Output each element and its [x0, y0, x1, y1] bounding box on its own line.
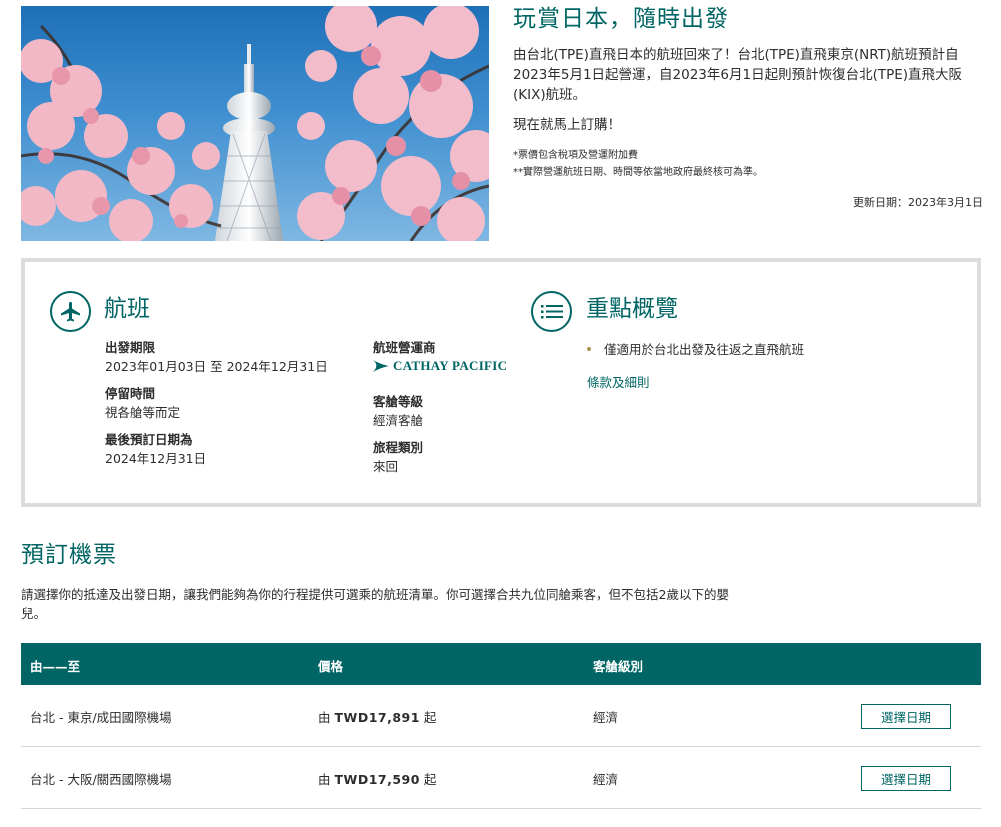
cabin-cell: 經濟 — [593, 772, 619, 787]
route-header: 由——至 — [30, 659, 81, 674]
price-cell: 由 TWD17,590 起 — [318, 769, 436, 788]
departure-period-value: 2023年01月03日 至 2024年12月31日 — [105, 359, 328, 374]
select-date-button[interactable]: 選擇日期 — [861, 704, 951, 729]
brushwing-icon — [373, 360, 389, 372]
hero-body: 由台北(TPE)直飛日本的航班回來了！台北(TPE)直飛東京(NRT)航班預計自… — [513, 47, 963, 103]
highlight-item: 僅適用於台北出發及往返之直飛航班 — [587, 341, 804, 358]
highlight-item-text: 僅適用於台北出發及往返之直飛航班 — [604, 342, 805, 357]
updated-date: 更新日期：2023年3月1日 — [853, 196, 983, 209]
hero-image — [21, 6, 489, 241]
route-cell: 台北 - 大阪/關西國際機場 — [30, 772, 172, 787]
booking-description: 請選擇你的抵達及出發日期，讓我們能夠為你的行程提供可選乘的航班清單。你可選擇合共… — [21, 587, 729, 621]
cathay-pacific-logo-text: CATHAY PACIFIC — [393, 358, 508, 373]
fare-table: 由——至 價格 客艙級別 台北 - 東京/成田國際機場 由 TWD17,891 … — [21, 643, 981, 809]
fare-table-header: 由——至 價格 客艙級別 — [21, 643, 981, 685]
stay-duration-label: 停留時間 — [105, 386, 156, 401]
hero-note: *票價包含稅項及營運附加費 — [513, 150, 638, 161]
last-booking-label: 最後預訂日期為 — [105, 432, 193, 447]
price-prefix: 由 — [318, 772, 331, 787]
route-cell: 台北 - 東京/成田國際機場 — [30, 710, 172, 725]
table-row: 台北 - 東京/成田國際機場 由 TWD17,891 起 經濟 選擇日期 — [21, 685, 981, 747]
bullet-dot-icon — [587, 346, 591, 351]
hero-note: **實際營運航班日期、時間等依當地政府最終核可為準。 — [513, 167, 763, 178]
terms-link[interactable]: 條款及細則 — [587, 374, 650, 391]
price-prefix: 由 — [318, 710, 331, 725]
info-panel: 航班 出發期限 2023年01月03日 至 2024年12月31日 停留時間 視… — [21, 258, 981, 507]
operator-label: 航班營運商 — [373, 340, 436, 355]
list-icon — [531, 291, 572, 332]
last-booking-value: 2024年12月31日 — [105, 451, 207, 466]
trip-type-value: 來回 — [373, 459, 399, 474]
flight-heading: 航班 — [104, 296, 150, 322]
hero-cta: 現在就馬上訂購！ — [513, 117, 621, 133]
price-cell: 由 TWD17,891 起 — [318, 707, 436, 726]
cathay-pacific-logo: CATHAY PACIFIC — [372, 358, 507, 374]
hero-title: 玩賞日本，隨時出發 — [513, 6, 729, 32]
airplane-icon — [50, 291, 91, 332]
cabin-header: 客艙級別 — [593, 659, 644, 674]
cabin-class-label: 客艙等級 — [373, 394, 424, 409]
table-row: 台北 - 大阪/關西國際機場 由 TWD17,590 起 經濟 選擇日期 — [21, 747, 981, 809]
price-amount: TWD17,891 — [334, 710, 420, 725]
highlights-heading: 重點概覽 — [586, 296, 678, 322]
booking-title: 預訂機票 — [21, 542, 117, 568]
price-header: 價格 — [318, 659, 344, 674]
price-suffix: 起 — [423, 772, 437, 787]
select-date-button[interactable]: 選擇日期 — [861, 766, 951, 791]
departure-period-label: 出發期限 — [105, 340, 156, 355]
cabin-class-value: 經濟客艙 — [373, 413, 424, 428]
trip-type-label: 旅程類別 — [373, 440, 424, 455]
stay-duration-value: 視各艙等而定 — [105, 405, 181, 420]
price-amount: TWD17,590 — [334, 772, 420, 787]
hero-text: 玩賞日本，隨時出發 由台北(TPE)直飛日本的航班回來了！台北(TPE)直飛東京… — [513, 4, 983, 210]
price-suffix: 起 — [423, 710, 437, 725]
hero-illustration — [21, 6, 489, 241]
cabin-cell: 經濟 — [593, 710, 619, 725]
